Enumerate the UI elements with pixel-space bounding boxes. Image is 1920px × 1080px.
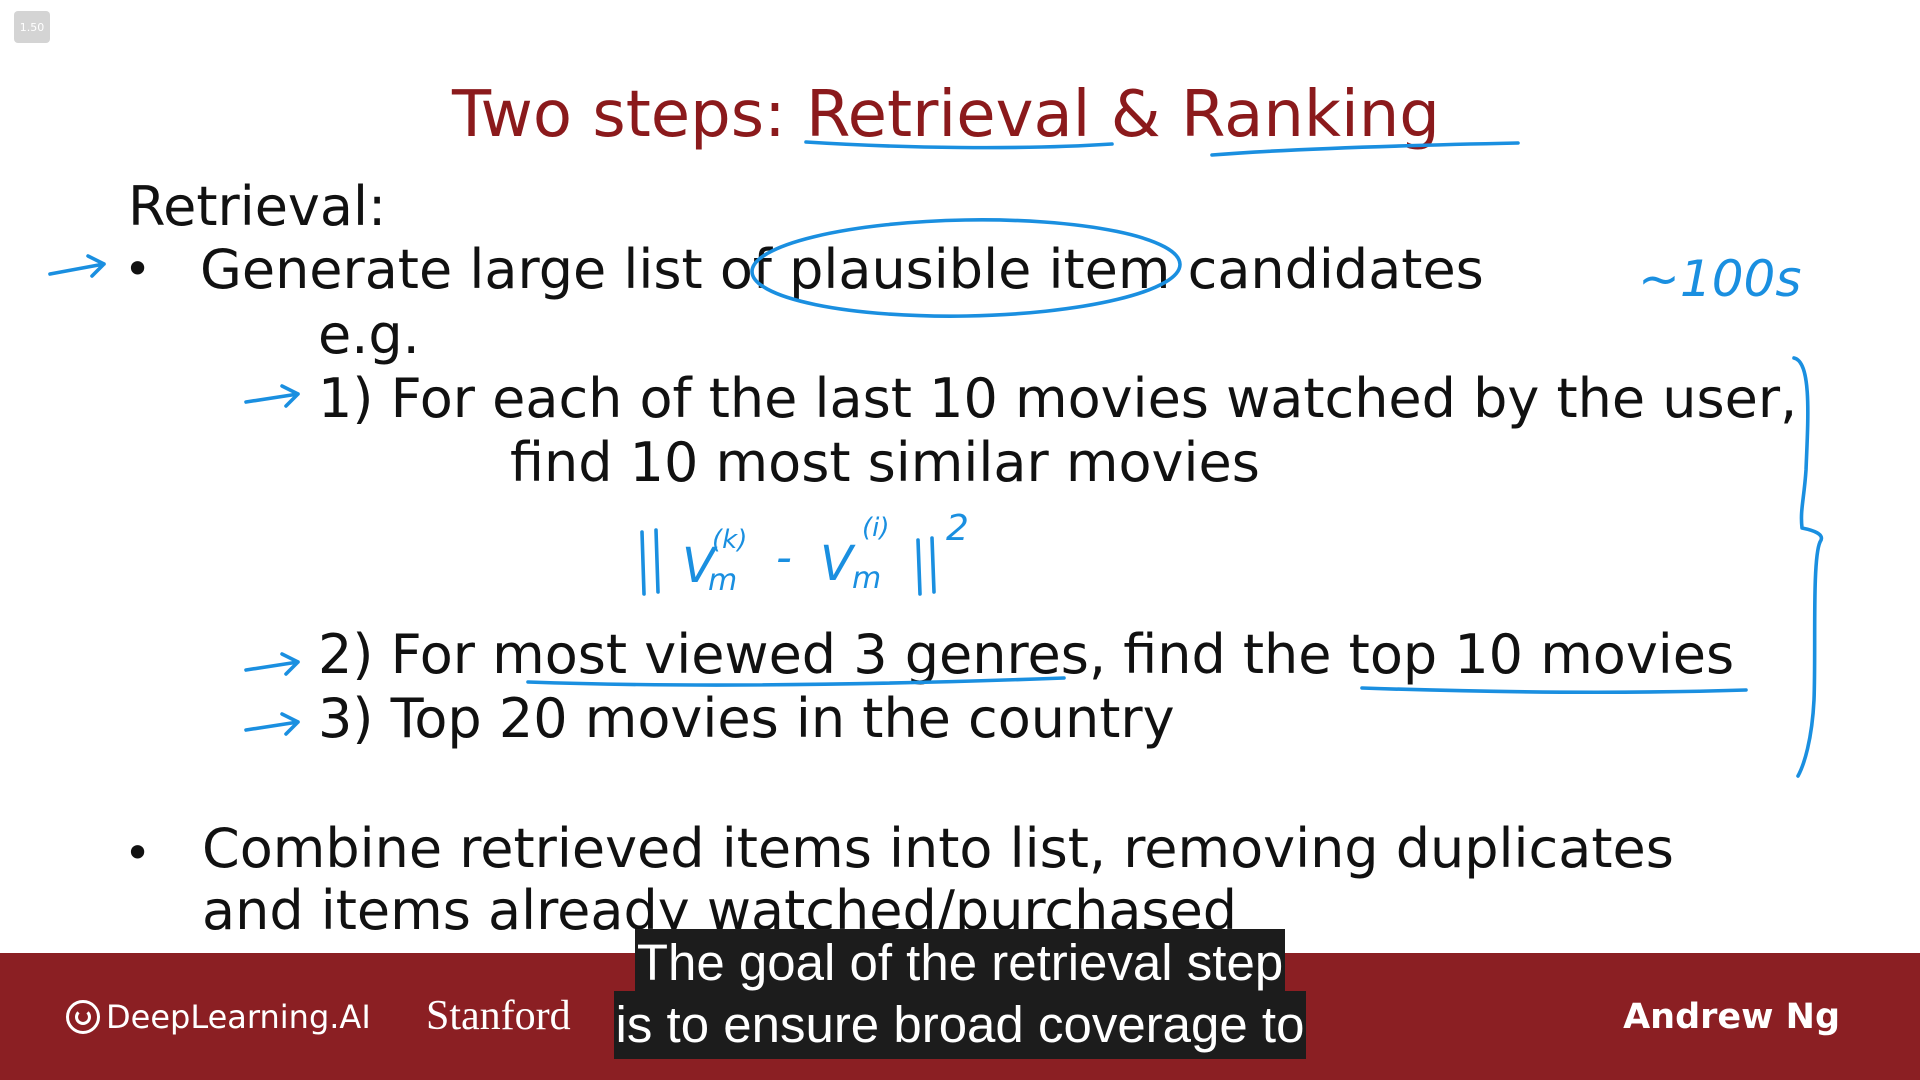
formula-v1: V: [682, 538, 718, 594]
list-item-1-line2: find 10 most similar movies: [510, 431, 1260, 494]
formula-v2: V: [820, 536, 856, 592]
formula-sub1: m: [708, 563, 737, 598]
formula-minus: -: [776, 532, 792, 583]
formula-norm-right: [916, 536, 936, 596]
playback-speed-badge[interactable]: 1.50: [14, 11, 50, 43]
bullet-generate-candidates: Generate large list of plausible item ca…: [200, 238, 1484, 301]
subtitle-line-2: is to ensure broad coverage to: [0, 991, 1920, 1059]
arrow-item-1: [244, 384, 300, 408]
underline-top-10-movies: [1360, 686, 1748, 694]
bullet-marker-2: •: [124, 826, 152, 880]
list-item-2: 2) For most viewed 3 genres, find the to…: [318, 623, 1735, 686]
section-heading: Retrieval:: [128, 175, 387, 238]
bullet-marker-1: •: [124, 242, 152, 296]
formula-norm-left: [640, 528, 660, 596]
slide-title: Two steps: Retrieval & Ranking: [452, 78, 1440, 152]
subtitle-text-1: The goal of the retrieval step: [634, 929, 1286, 997]
formula-exponent: 2: [946, 508, 969, 549]
subtitle-text-2: is to ensure broad coverage to: [613, 991, 1307, 1059]
count-note: ~100s: [1638, 250, 1801, 308]
arrow-item-3: [244, 712, 300, 736]
subtitle-line-1: The goal of the retrieval step: [0, 929, 1920, 997]
formula-sup-i: (i): [862, 513, 890, 543]
bullet-combine-line1: Combine retrieved items into list, remov…: [202, 817, 1674, 880]
formula-sub2: m: [852, 561, 881, 596]
list-item-3: 3) Top 20 movies in the country: [318, 687, 1175, 750]
list-item-1-line1: 1) For each of the last 10 movies watche…: [318, 367, 1798, 430]
right-brace: [1792, 356, 1824, 778]
formula-sup-k: (k): [712, 525, 747, 555]
example-label: e.g.: [318, 303, 420, 366]
arrow-item-2: [244, 652, 300, 676]
arrow-bullet-1: [48, 254, 106, 278]
